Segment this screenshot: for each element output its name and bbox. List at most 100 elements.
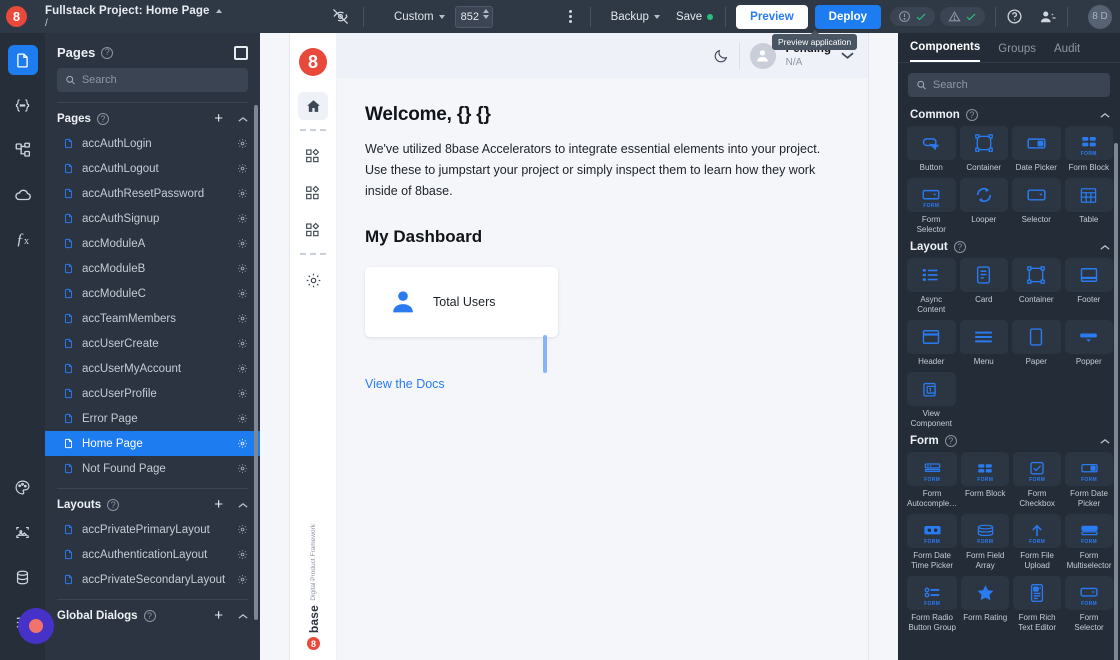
chevron-up-icon[interactable] (238, 613, 248, 620)
component-selector[interactable]: Selector (1012, 178, 1061, 235)
help-circle-icon[interactable]: ? (107, 499, 119, 511)
components-search[interactable] (908, 73, 1110, 97)
canvas-resize-handle-left[interactable] (543, 335, 547, 373)
help-circle-icon[interactable]: ? (101, 47, 113, 59)
gear-icon[interactable] (237, 263, 248, 274)
chevron-up-icon[interactable] (238, 502, 248, 509)
chevron-up-icon[interactable] (1100, 244, 1110, 251)
component-view-component[interactable]: View Component (907, 372, 956, 429)
gear-icon[interactable] (237, 524, 248, 535)
users-icon[interactable] (1039, 8, 1057, 26)
gear-icon[interactable] (237, 238, 248, 249)
component-form-date-picker[interactable]: FORMForm Date Picker (1065, 452, 1113, 509)
chevron-up-icon[interactable] (1100, 438, 1110, 445)
component-form-selector-2[interactable]: FORMForm Selector (1065, 576, 1113, 633)
gear-icon[interactable] (237, 338, 248, 349)
gear-icon[interactable] (237, 313, 248, 324)
component-form-checkbox[interactable]: FORMForm Checkbox (1013, 452, 1061, 509)
app-nav-home[interactable] (298, 92, 328, 120)
sidebar-item-workflows[interactable] (8, 135, 38, 165)
component-async-content[interactable]: Async Content (907, 258, 956, 315)
list-item-selected[interactable]: Home Page (45, 431, 260, 456)
total-users-card[interactable]: Total Users (365, 267, 558, 337)
pages-search[interactable] (57, 68, 248, 92)
backup-menu[interactable]: Backup (611, 11, 660, 23)
gear-icon[interactable] (237, 188, 248, 199)
component-container-layout[interactable]: Container (1012, 258, 1061, 315)
component-card[interactable]: Card (960, 258, 1009, 315)
tab-audit[interactable]: Audit (1054, 43, 1080, 62)
gear-icon[interactable] (237, 549, 248, 560)
component-form-block[interactable]: FORMForm Block (1065, 126, 1114, 173)
save-button[interactable]: Save (676, 11, 713, 23)
eye-off-icon[interactable] (332, 8, 349, 25)
list-item[interactable]: accAuthenticationLayout (45, 542, 260, 567)
components-scrollbar[interactable] (1114, 143, 1118, 660)
component-header[interactable]: Header (907, 320, 956, 367)
gear-icon[interactable] (237, 388, 248, 399)
help-circle-icon[interactable]: ? (966, 109, 978, 121)
help-circle-icon[interactable]: ? (144, 610, 156, 622)
pages-scrollbar[interactable] (254, 105, 258, 620)
search-input[interactable] (82, 74, 240, 86)
gear-icon[interactable] (237, 574, 248, 585)
tab-components[interactable]: Components (910, 41, 980, 62)
sidebar-item-cloud-functions[interactable] (8, 180, 38, 210)
app-nav-settings[interactable] (298, 266, 328, 294)
app-logo[interactable]: 8 (0, 0, 33, 33)
list-item[interactable]: accModuleA (45, 231, 260, 256)
component-form-date-time-picker[interactable]: FORMForm Date Time Picker (907, 514, 957, 571)
components-scroll[interactable]: Common ? Button Container Date Picker FO… (898, 103, 1120, 660)
list-item[interactable]: accPrivatePrimaryLayout (45, 517, 260, 542)
app-nav-module-b[interactable] (298, 179, 328, 207)
component-paper[interactable]: Paper (1012, 320, 1061, 367)
app-nav-module-a[interactable] (298, 142, 328, 170)
sidebar-item-theme[interactable] (8, 472, 38, 502)
component-form-field-array[interactable]: FORMForm Field Array (961, 514, 1009, 571)
component-form-selector[interactable]: FORMForm Selector (907, 178, 956, 235)
help-circle-icon[interactable]: ? (945, 435, 957, 447)
sidebar-item-media[interactable] (8, 517, 38, 547)
gear-icon[interactable] (237, 288, 248, 299)
component-popper[interactable]: Popper (1065, 320, 1114, 367)
list-item[interactable]: accAuthLogout (45, 156, 260, 181)
list-item[interactable]: accAuthResetPassword (45, 181, 260, 206)
component-form-rating[interactable]: Form Rating (961, 576, 1009, 633)
stepper-arrows[interactable] (483, 9, 489, 19)
component-form-rich-text-editor[interactable]: Form Rich Text Editor (1013, 576, 1061, 633)
more-vertical-icon[interactable] (561, 10, 580, 23)
component-form-file-upload[interactable]: FORMForm File Upload (1013, 514, 1061, 571)
add-page-button[interactable]: + (214, 113, 223, 125)
gear-icon[interactable] (237, 213, 248, 224)
list-item[interactable]: accModuleC (45, 281, 260, 306)
list-item[interactable]: accUserCreate (45, 331, 260, 356)
list-item[interactable]: accTeamMembers (45, 306, 260, 331)
sidebar-item-database[interactable] (8, 562, 38, 592)
list-item[interactable]: accModuleB (45, 256, 260, 281)
list-item[interactable]: Not Found Page (45, 456, 260, 481)
moon-icon[interactable] (713, 48, 729, 64)
canvas[interactable]: 8 (260, 33, 898, 660)
app-nav-module-c[interactable] (298, 216, 328, 244)
view-docs-link[interactable]: View the Docs (365, 377, 445, 391)
component-form-radio-button-group[interactable]: FORMForm Radio Button Group (907, 576, 957, 633)
gear-icon[interactable] (237, 363, 248, 374)
component-button[interactable]: Button (907, 126, 956, 173)
preview-button[interactable]: Preview (736, 5, 807, 29)
tab-groups[interactable]: Groups (998, 43, 1036, 62)
sidebar-item-pages[interactable] (8, 45, 38, 75)
list-item[interactable]: accUserMyAccount (45, 356, 260, 381)
gear-icon[interactable] (237, 463, 248, 474)
error-status-badge[interactable] (890, 7, 935, 26)
component-looper[interactable]: Looper (960, 178, 1009, 235)
gear-icon[interactable] (237, 163, 248, 174)
component-form-autocomplete[interactable]: FORMForm Autocomple… (907, 452, 957, 509)
canvas-width-stepper[interactable]: 852 (455, 6, 493, 28)
panel-collapse-icon[interactable] (234, 46, 248, 60)
gear-icon[interactable] (237, 413, 248, 424)
deploy-button[interactable]: Deploy (815, 5, 881, 29)
sidebar-item-data-bindings[interactable] (8, 90, 38, 120)
avatar[interactable]: 8 D (1088, 5, 1112, 29)
component-form-block-2[interactable]: FORMForm Block (961, 452, 1009, 509)
gear-icon[interactable] (237, 138, 248, 149)
